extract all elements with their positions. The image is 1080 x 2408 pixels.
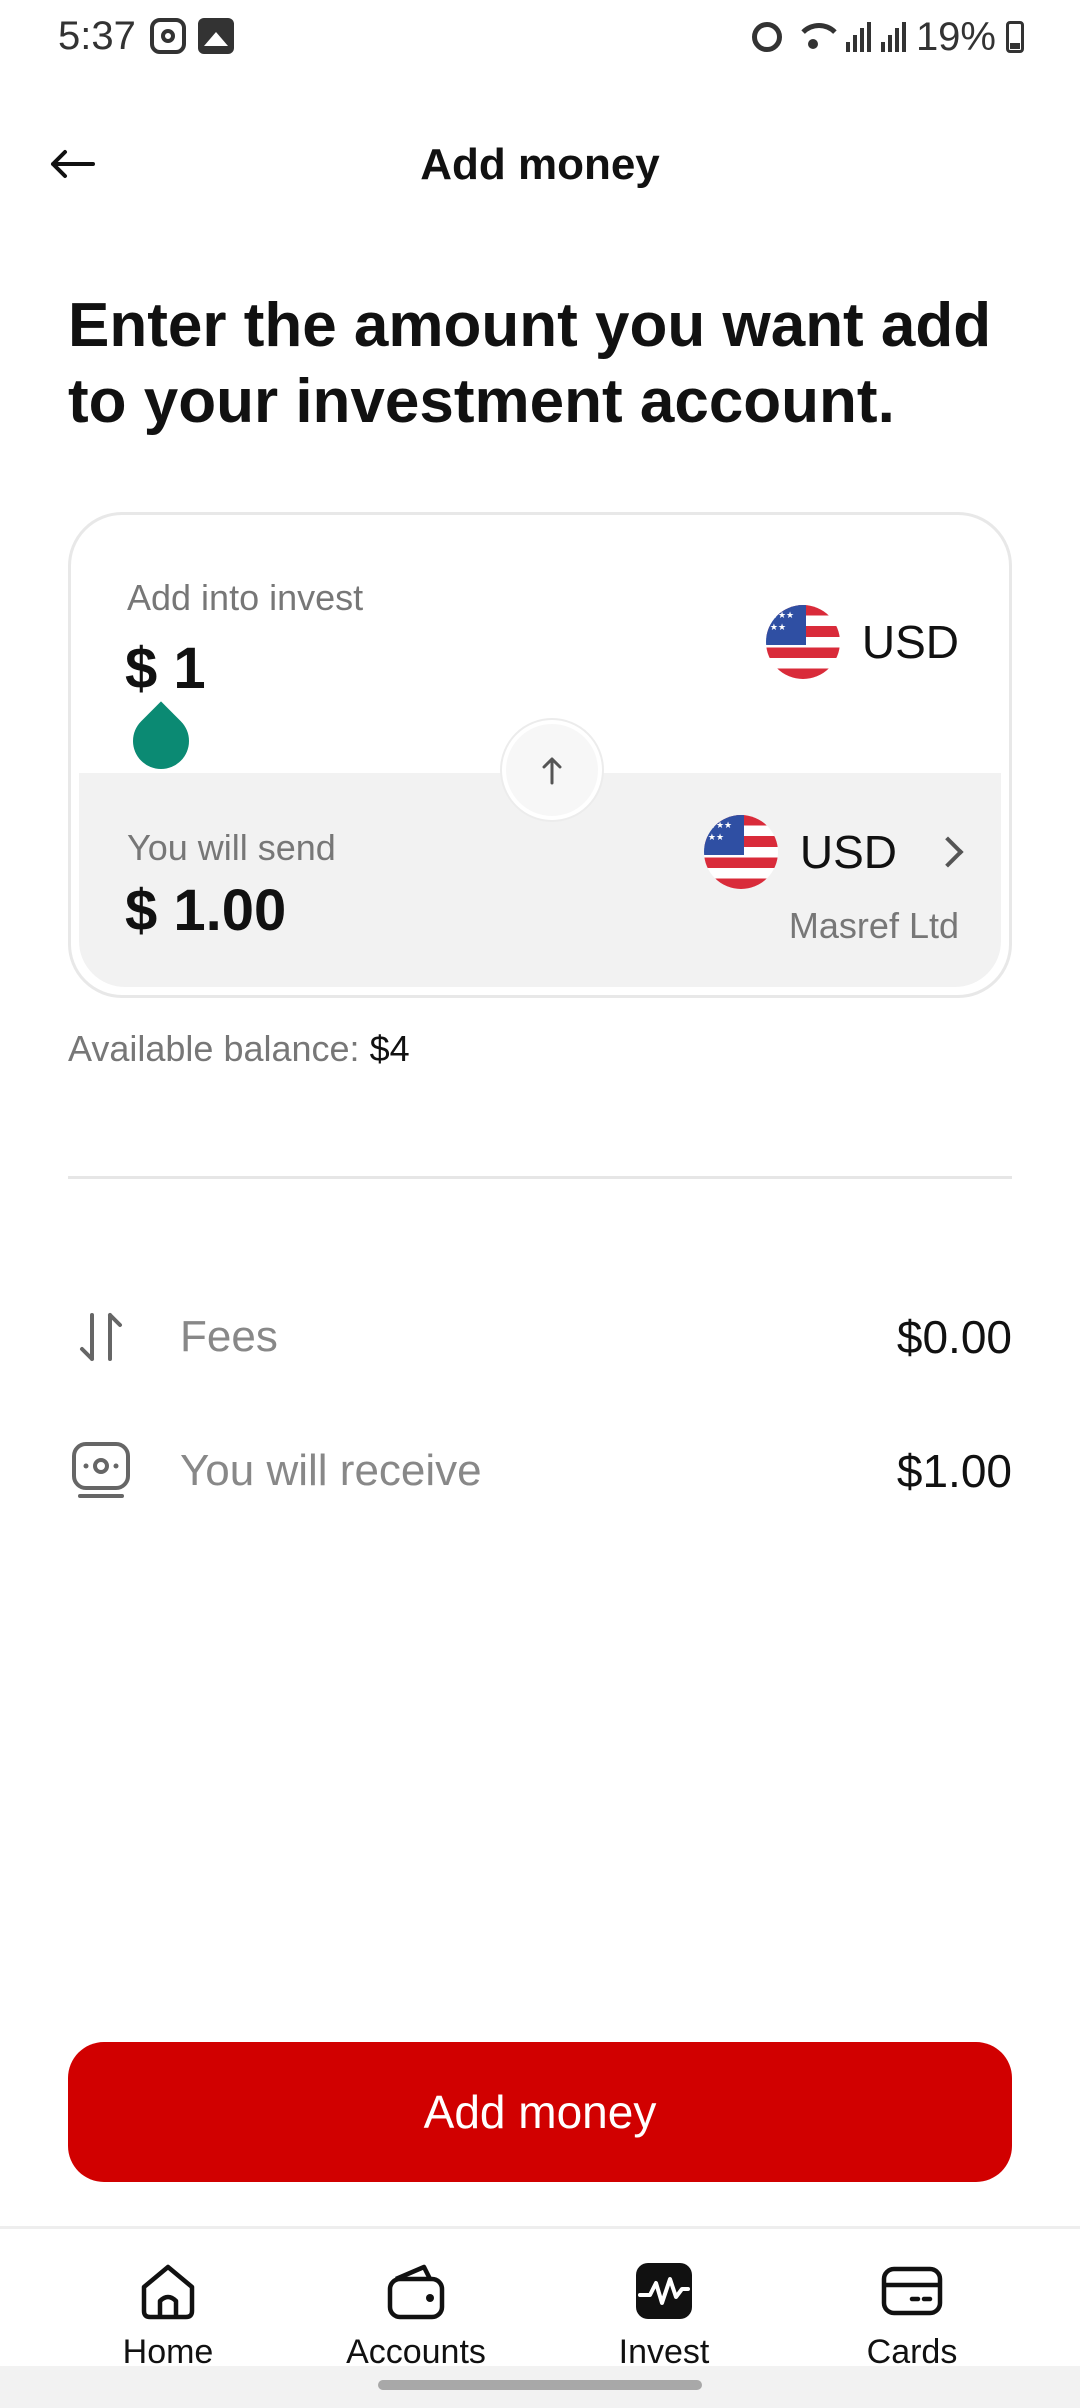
transfer-arrows-icon: [68, 1304, 134, 1370]
invest-amount-label: Add into invest: [127, 577, 364, 618]
send-amount-value: $ 1.00: [125, 878, 287, 943]
cash-icon: [68, 1438, 134, 1504]
balance-label: Available balance:: [68, 1028, 370, 1069]
invest-currency-code: USD: [861, 616, 959, 668]
battery-icon: [1006, 21, 1024, 53]
us-flag-icon: [765, 605, 840, 679]
status-time: 5:37: [58, 14, 136, 58]
balance-value: $4: [369, 1028, 410, 1069]
gallery-icon: [198, 18, 234, 54]
status-indicators: 19%: [751, 12, 1024, 62]
wifi-icon: [792, 21, 844, 53]
fees-value: $0.00: [896, 1311, 1012, 1363]
nav-item-accounts[interactable]: Accounts: [316, 2259, 516, 2372]
available-balance: Available balance: $4: [68, 1028, 410, 1070]
provider-name: Masref Ltd: [788, 905, 959, 946]
swap-button[interactable]: [502, 720, 602, 820]
nav-item-home[interactable]: Home: [68, 2259, 268, 2372]
send-amount-label: You will send: [127, 827, 336, 868]
chevron-right-icon: [932, 836, 964, 868]
header: Add money: [0, 120, 1080, 210]
card-icon: [881, 2266, 943, 2316]
receive-label: You will receive: [180, 1446, 482, 1495]
instagram-icon: [150, 18, 186, 54]
wallet-icon: [387, 2264, 445, 2320]
arrow-up-icon: [542, 757, 562, 785]
headline: Enter the amount you want add to your in…: [68, 291, 992, 436]
battery-percent: 19%: [915, 14, 996, 59]
invest-icon: [636, 2263, 692, 2319]
page-title: Add money: [420, 140, 660, 189]
add-money-button[interactable]: Add money: [68, 2042, 1012, 2182]
fees-label: Fees: [180, 1312, 278, 1361]
drop-handle-icon[interactable]: [121, 701, 201, 781]
receive-value: $1.00: [896, 1445, 1012, 1497]
signal-icon: [845, 22, 871, 52]
status-bar: 5:37 19%: [0, 0, 1080, 76]
nav-item-cards[interactable]: Cards: [812, 2259, 1012, 2372]
alarm-icon: [751, 22, 782, 52]
fees-row: Fees $0.00: [68, 1292, 1012, 1382]
nav-item-invest[interactable]: Invest: [564, 2259, 764, 2372]
home-indicator[interactable]: [378, 2380, 702, 2390]
divider: [68, 1176, 1012, 1179]
invest-amount-input[interactable]: $ 1: [125, 635, 206, 702]
us-flag-icon: [703, 815, 778, 889]
send-currency-code: USD: [799, 826, 897, 878]
bottom-nav: Home Accounts Invest Cards: [0, 2226, 1080, 2371]
receive-row: You will receive $1.00: [68, 1426, 1012, 1516]
invest-currency-selector[interactable]: USD: [765, 605, 959, 679]
home-icon: [141, 2264, 195, 2320]
send-currency-selector[interactable]: USD: [703, 815, 964, 889]
system-gesture-bar: [0, 2366, 1080, 2408]
signal-icon: [880, 22, 906, 52]
